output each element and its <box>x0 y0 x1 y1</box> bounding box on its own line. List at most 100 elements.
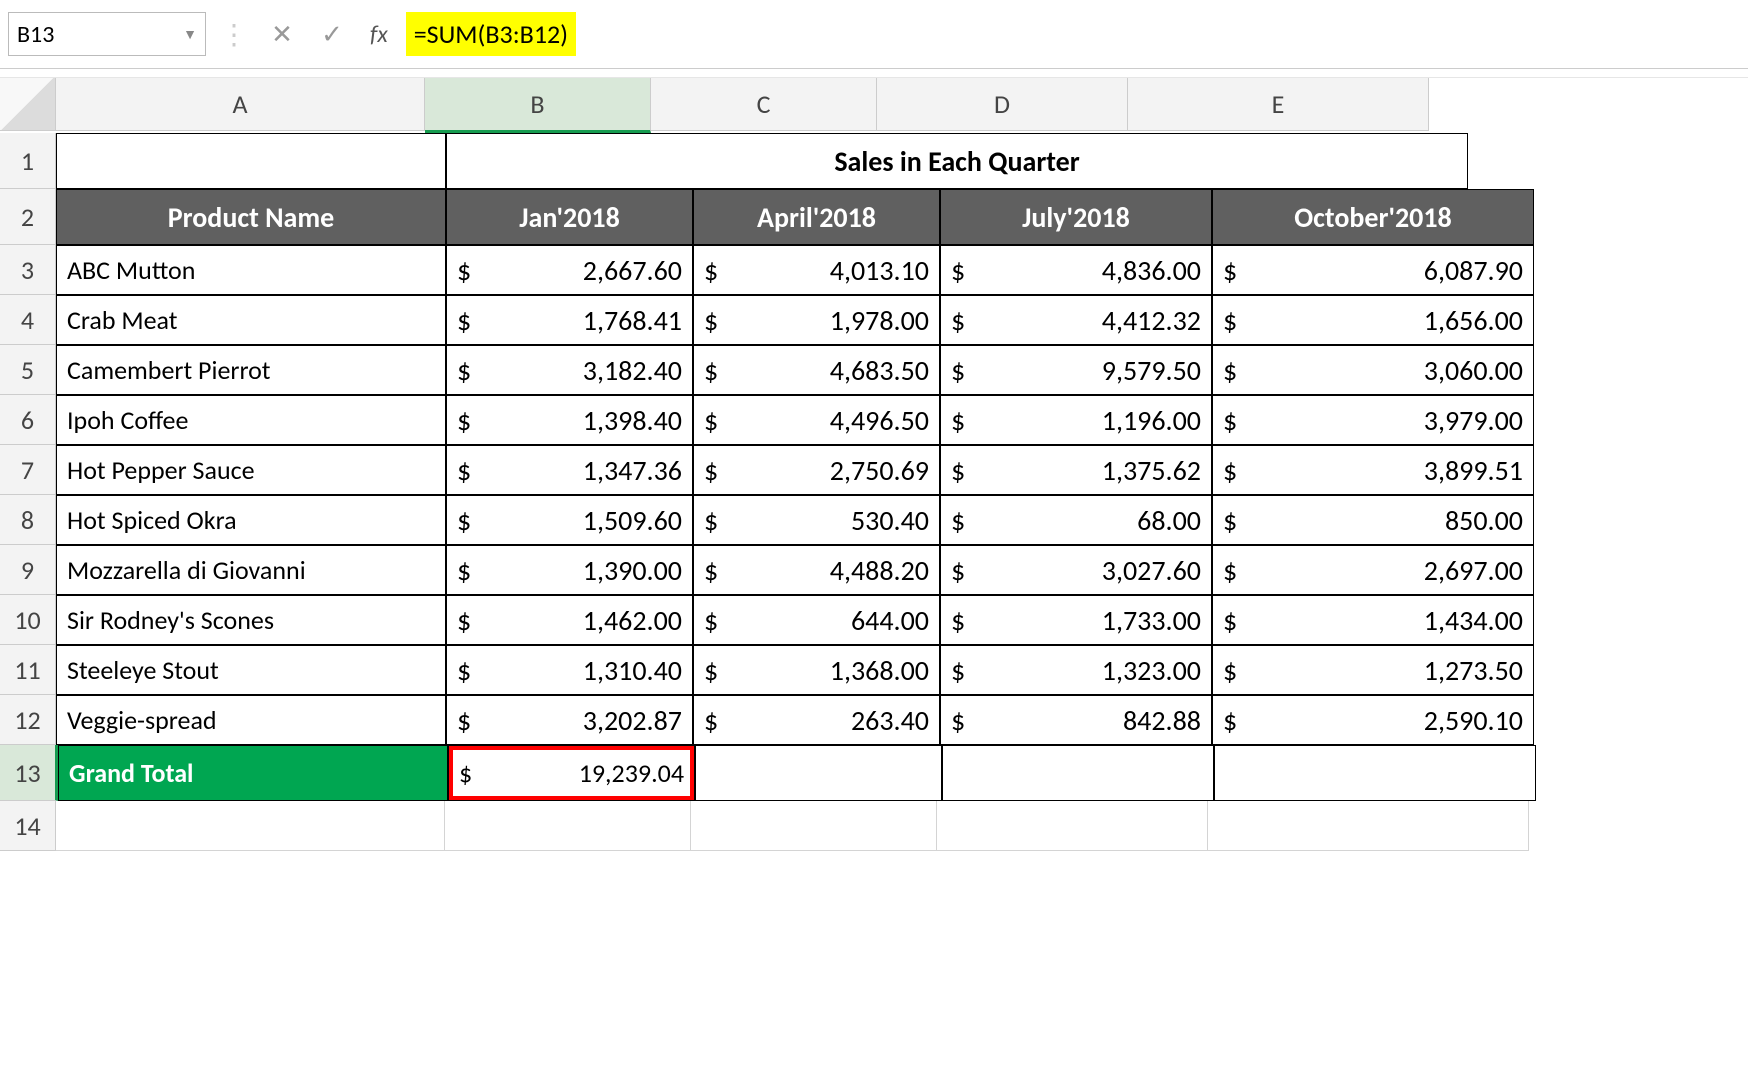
product-name-cell[interactable]: Steeleye Stout <box>56 645 446 695</box>
money-cell[interactable]: $2,667.60 <box>446 245 693 295</box>
money-cell[interactable]: $1,434.00 <box>1212 595 1534 645</box>
product-name-cell[interactable]: Ipoh Coffee <box>56 395 446 445</box>
row-header-10[interactable]: 10 <box>0 595 56 645</box>
header-q3[interactable]: July'2018 <box>940 189 1212 245</box>
product-name-cell[interactable]: Sir Rodney's Scones <box>56 595 446 645</box>
confirm-icon[interactable]: ✓ <box>312 19 352 50</box>
row-header-6[interactable]: 6 <box>0 395 56 445</box>
col-header-B[interactable]: B <box>425 78 651 133</box>
money-cell[interactable]: $68.00 <box>940 495 1212 545</box>
money-cell[interactable]: $4,412.32 <box>940 295 1212 345</box>
product-name-cell[interactable]: Veggie-spread <box>56 695 446 745</box>
merged-header-sales[interactable]: Sales in Each Quarter <box>446 133 1468 189</box>
product-name-cell[interactable]: Mozzarella di Giovanni <box>56 545 446 595</box>
money-cell[interactable]: $2,590.10 <box>1212 695 1534 745</box>
money-cell[interactable]: $3,060.00 <box>1212 345 1534 395</box>
header-q2[interactable]: April'2018 <box>693 189 940 245</box>
row-header-1[interactable]: 1 <box>0 133 56 189</box>
money-cell[interactable]: $1,273.50 <box>1212 645 1534 695</box>
money-cell[interactable]: $842.88 <box>940 695 1212 745</box>
cell-E14[interactable] <box>1208 801 1529 851</box>
money-cell[interactable]: $850.00 <box>1212 495 1534 545</box>
money-cell[interactable]: $3,182.40 <box>446 345 693 395</box>
row-header-8[interactable]: 8 <box>0 495 56 545</box>
formula-input[interactable]: =SUM(B3:B12) <box>406 12 576 56</box>
grand-total-value[interactable]: $ 19,239.04 <box>448 745 695 801</box>
money-cell[interactable]: $3,899.51 <box>1212 445 1534 495</box>
row-header-14[interactable]: 14 <box>0 801 56 851</box>
header-product[interactable]: Product Name <box>56 189 446 245</box>
money-cell[interactable]: $1,733.00 <box>940 595 1212 645</box>
product-name-cell[interactable]: Camembert Pierrot <box>56 345 446 395</box>
cell-D14[interactable] <box>937 801 1208 851</box>
money-cell[interactable]: $4,836.00 <box>940 245 1212 295</box>
money-cell[interactable]: $3,202.87 <box>446 695 693 745</box>
cell-A14[interactable] <box>56 801 445 851</box>
row-header-11[interactable]: 11 <box>0 645 56 695</box>
row-header-7[interactable]: 7 <box>0 445 56 495</box>
product-name-cell[interactable]: ABC Mutton <box>56 245 446 295</box>
select-all-corner[interactable] <box>0 78 56 131</box>
product-name-cell[interactable]: Crab Meat <box>56 295 446 345</box>
row-header-3[interactable]: 3 <box>0 245 56 295</box>
money-cell[interactable]: $644.00 <box>693 595 940 645</box>
money-cell[interactable]: $1,398.40 <box>446 395 693 445</box>
cell-E13[interactable] <box>1214 745 1536 801</box>
currency-sign: $ <box>951 253 965 288</box>
money-cell[interactable]: $6,087.90 <box>1212 245 1534 295</box>
money-cell[interactable]: $1,347.36 <box>446 445 693 495</box>
cell-B14[interactable] <box>445 801 691 851</box>
money-cell[interactable]: $1,323.00 <box>940 645 1212 695</box>
money-cell[interactable]: $4,683.50 <box>693 345 940 395</box>
money-cell[interactable]: $3,027.60 <box>940 545 1212 595</box>
money-cell[interactable]: $1,768.41 <box>446 295 693 345</box>
name-box[interactable]: B13 ▼ <box>8 12 206 56</box>
formula-text: =SUM(B3:B12) <box>414 18 568 50</box>
col-header-E[interactable]: E <box>1128 78 1429 131</box>
money-cell[interactable]: $9,579.50 <box>940 345 1212 395</box>
cell-A1[interactable] <box>56 133 446 189</box>
dropdown-icon[interactable]: ▼ <box>183 26 197 43</box>
row-header-9[interactable]: 9 <box>0 545 56 595</box>
grand-total-label[interactable]: Grand Total <box>58 745 448 801</box>
currency-sign: $ <box>704 403 718 438</box>
fx-icon[interactable]: fx <box>362 20 396 49</box>
money-cell[interactable]: $1,390.00 <box>446 545 693 595</box>
cell-C14[interactable] <box>691 801 937 851</box>
header-q4[interactable]: October'2018 <box>1212 189 1534 245</box>
row-header-4[interactable]: 4 <box>0 295 56 345</box>
money-cell[interactable]: $2,697.00 <box>1212 545 1534 595</box>
cell-D13[interactable] <box>942 745 1214 801</box>
col-header-D[interactable]: D <box>877 78 1128 131</box>
currency-sign: $ <box>951 453 965 488</box>
money-cell[interactable]: $4,488.20 <box>693 545 940 595</box>
money-cell[interactable]: $1,310.40 <box>446 645 693 695</box>
cancel-icon[interactable]: ✕ <box>262 19 302 50</box>
currency-sign: $ <box>704 553 718 588</box>
money-cell[interactable]: $530.40 <box>693 495 940 545</box>
money-value: 9,579.50 <box>965 353 1201 388</box>
money-cell[interactable]: $1,196.00 <box>940 395 1212 445</box>
product-name-cell[interactable]: Hot Pepper Sauce <box>56 445 446 495</box>
money-cell[interactable]: $1,978.00 <box>693 295 940 345</box>
row-header-5[interactable]: 5 <box>0 345 56 395</box>
cell-C13[interactable] <box>695 745 942 801</box>
money-cell[interactable]: $4,013.10 <box>693 245 940 295</box>
money-cell[interactable]: $1,656.00 <box>1212 295 1534 345</box>
col-header-C[interactable]: C <box>651 78 877 131</box>
col-header-A[interactable]: A <box>56 78 425 131</box>
row-header-13[interactable]: 13 <box>0 745 58 801</box>
row-header-2[interactable]: 2 <box>0 189 56 245</box>
money-cell[interactable]: $263.40 <box>693 695 940 745</box>
product-name-cell[interactable]: Hot Spiced Okra <box>56 495 446 545</box>
money-cell[interactable]: $1,462.00 <box>446 595 693 645</box>
money-cell[interactable]: $1,368.00 <box>693 645 940 695</box>
money-value: 1,390.00 <box>471 553 682 588</box>
money-cell[interactable]: $4,496.50 <box>693 395 940 445</box>
money-cell[interactable]: $3,979.00 <box>1212 395 1534 445</box>
header-q1[interactable]: Jan'2018 <box>446 189 693 245</box>
money-cell[interactable]: $1,509.60 <box>446 495 693 545</box>
money-cell[interactable]: $1,375.62 <box>940 445 1212 495</box>
money-cell[interactable]: $2,750.69 <box>693 445 940 495</box>
row-header-12[interactable]: 12 <box>0 695 56 745</box>
